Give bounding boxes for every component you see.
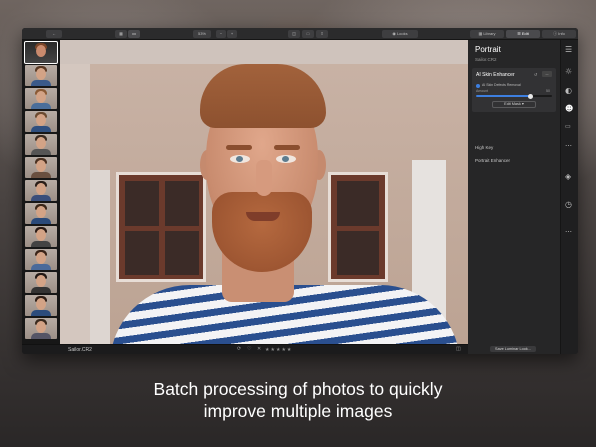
looks-button[interactable]: ◉ Looks: [382, 30, 418, 38]
rotate-icon[interactable]: ⟳: [237, 346, 241, 352]
zoom-out-button[interactable]: −: [216, 30, 226, 38]
filmstrip-thumb[interactable]: [25, 249, 57, 270]
more-icon[interactable]: ⋯: [565, 142, 575, 152]
tool-item-portrait-enhancer[interactable]: Portrait Enhancer: [475, 158, 510, 163]
building-pillar: [90, 170, 110, 344]
edit-panel: Portrait Sailor.CR2 AI Skin Enhancer ↺ ⋯…: [468, 40, 560, 354]
building-facade: [60, 40, 468, 64]
tab-info[interactable]: ⓘ Info: [542, 30, 576, 38]
crop-icon[interactable]: □: [302, 30, 314, 38]
tab-library[interactable]: ▦ Library: [470, 30, 504, 38]
reject-icon[interactable]: ✕: [257, 346, 261, 352]
sun-icon[interactable]: ☼: [565, 67, 575, 77]
panel-subtitle: Sailor.CR2: [475, 57, 497, 62]
photo-canvas[interactable]: [60, 40, 468, 344]
amount-label: Amount: [476, 89, 489, 93]
filmstrip-thumb[interactable]: [25, 111, 57, 132]
filmstrip: [22, 40, 60, 344]
more-icon[interactable]: ⋯: [565, 228, 575, 238]
nose: [256, 160, 272, 196]
filmstrip-thumb[interactable]: [25, 272, 57, 293]
filmstrip-thumb[interactable]: [25, 134, 57, 155]
layers-icon[interactable]: ◈: [565, 172, 575, 182]
pro-icon[interactable]: ▭: [565, 123, 575, 133]
compare-icon[interactable]: ◫: [288, 30, 300, 38]
edit-mask-button[interactable]: Edit Mask ▾: [492, 101, 536, 108]
back-button[interactable]: ←: [46, 30, 62, 38]
ai-skin-enhancer-card: AI Skin Enhancer ↺ ⋯ AI Skin Defects Rem…: [472, 68, 556, 112]
reset-icon[interactable]: ↺: [534, 72, 537, 77]
amount-slider-fill: [476, 95, 531, 97]
filmstrip-thumb[interactable]: [25, 157, 57, 178]
building-pillar: [60, 64, 90, 344]
single-view-button[interactable]: ▭: [128, 30, 140, 38]
status-bar: Sailor.CR2 ⟳ ♡ ✕ ★★★★★ ◫: [22, 344, 468, 354]
looks-label: Looks: [396, 31, 408, 36]
hair: [200, 64, 326, 128]
eye: [230, 155, 250, 163]
star-rating[interactable]: ★★★★★: [265, 347, 292, 353]
building-window-right: [328, 172, 388, 282]
amount-slider[interactable]: [476, 93, 552, 99]
checkbox-label: AI Skin Defects Removal: [482, 83, 521, 87]
promo-caption: Batch processing of photos to quickly im…: [0, 378, 596, 422]
skin-defects-checkbox[interactable]: [476, 84, 480, 88]
filmstrip-thumb[interactable]: [25, 295, 57, 316]
grid-view-button[interactable]: ▦: [115, 30, 127, 38]
caption-line-2: improve multiple images: [203, 401, 393, 421]
filmstrip-thumb[interactable]: [24, 41, 58, 64]
filename-label: Sailor.CR2: [68, 347, 92, 353]
save-look-button[interactable]: Save Luminar Look...: [490, 346, 536, 352]
library-label: Library: [483, 31, 496, 36]
filmstrip-thumb[interactable]: [25, 203, 57, 224]
zoom-in-button[interactable]: +: [227, 30, 237, 38]
filmstrip-thumb[interactable]: [25, 318, 57, 339]
info-label: Info: [558, 31, 565, 36]
trash-icon[interactable]: ◫: [456, 346, 461, 352]
caption-line-1: Batch processing of photos to quickly: [153, 379, 443, 399]
tab-edit[interactable]: ☰ Edit: [506, 30, 540, 38]
eyebrow: [226, 145, 252, 150]
zoom-level[interactable]: 53%: [193, 30, 211, 38]
share-icon[interactable]: ⇧: [316, 30, 328, 38]
filmstrip-thumb[interactable]: [25, 180, 57, 201]
amount-value: 50: [546, 89, 550, 93]
heart-icon[interactable]: ♡: [247, 346, 251, 352]
portrait-icon[interactable]: ☻: [565, 104, 575, 114]
app-window: ← ▦ ▭ 53% − + ◫ □ ⇧ ◉ Looks ▦ Library ☰ …: [22, 28, 578, 354]
sliders-icon[interactable]: ☰: [565, 45, 575, 55]
mouth: [246, 212, 280, 221]
filmstrip-thumb[interactable]: [25, 88, 57, 109]
top-toolbar: ← ▦ ▭ 53% − + ◫ □ ⇧ ◉ Looks ▦ Library ☰ …: [22, 28, 578, 40]
eye: [276, 155, 296, 163]
edit-label: Edit: [521, 31, 529, 36]
palette-icon[interactable]: ◐: [565, 86, 575, 96]
amount-slider-knob[interactable]: [528, 93, 534, 99]
tool-rail: ☰ ☼ ◐ ☻ ▭ ⋯ ◈ ◷ ⋯: [560, 40, 578, 354]
history-icon[interactable]: ◷: [565, 200, 575, 210]
filmstrip-thumb[interactable]: [25, 226, 57, 247]
tool-name: AI Skin Enhancer: [476, 72, 515, 78]
filmstrip-thumb[interactable]: [25, 65, 57, 86]
eyebrow: [274, 145, 300, 150]
tool-item-high-key[interactable]: High Key: [475, 145, 493, 150]
tool-menu-button[interactable]: ⋯: [542, 71, 552, 77]
panel-title: Portrait: [475, 45, 501, 54]
building-window-left: [116, 172, 206, 282]
